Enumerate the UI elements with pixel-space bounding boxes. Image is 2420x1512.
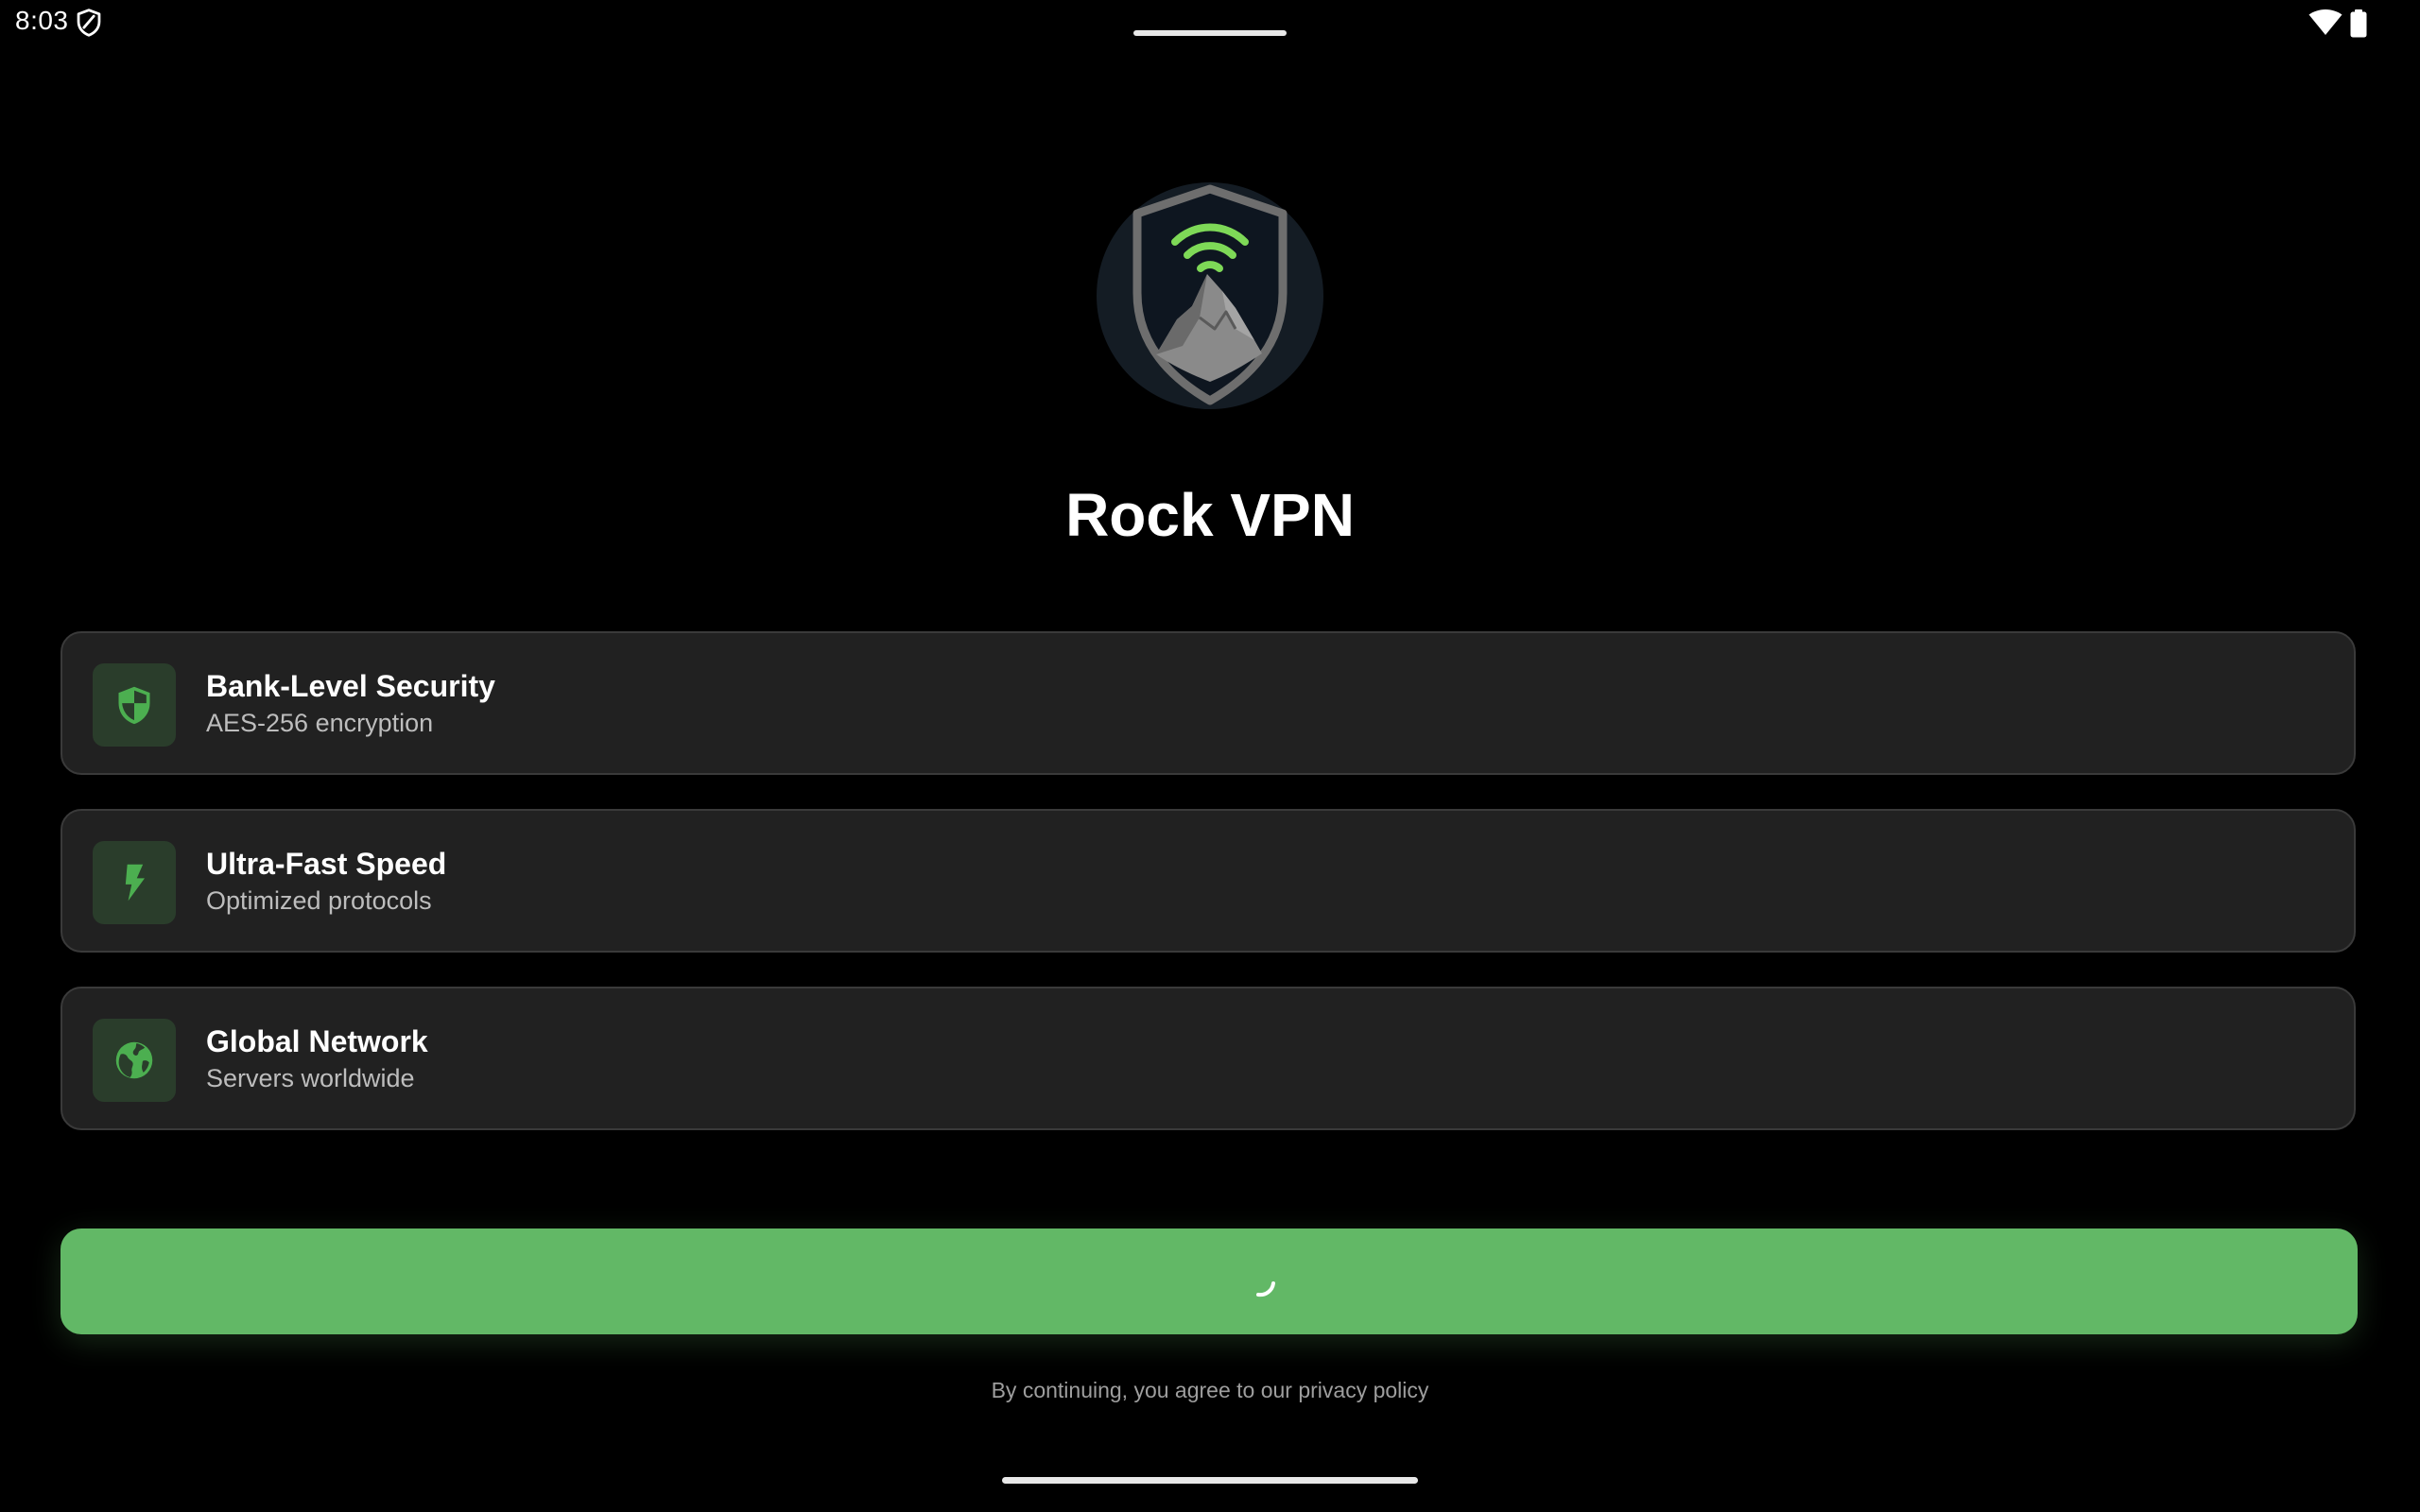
feature-icon-box [93, 841, 176, 924]
home-indicator[interactable] [1002, 1477, 1418, 1484]
wifi-icon [2308, 9, 2342, 35]
feature-card-network: Global Network Servers worldwide [60, 987, 2356, 1130]
feature-title: Ultra-Fast Speed [206, 847, 447, 881]
privacy-policy-text: By continuing, you agree to our privacy … [991, 1378, 1429, 1402]
battery-icon [2350, 9, 2367, 38]
app-logo [1094, 180, 1326, 412]
status-time: 8:03 [15, 6, 69, 35]
welcome-screen: 8:03 Rock VPN Bank-Level Security AES-25… [0, 0, 2420, 1512]
feature-title: Bank-Level Security [206, 669, 495, 703]
bolt-icon [125, 864, 145, 902]
app-title: Rock VPN [1065, 481, 1355, 549]
spinner-icon [1256, 1281, 1275, 1297]
shield-icon [77, 9, 101, 37]
rock-shield-logo-icon [1097, 182, 1323, 409]
feature-card-speed: Ultra-Fast Speed Optimized protocols [60, 809, 2356, 953]
feature-subtitle: Servers worldwide [206, 1064, 415, 1092]
shield-icon [118, 686, 150, 725]
feature-title: Global Network [206, 1024, 428, 1058]
continue-button[interactable] [60, 1228, 2358, 1334]
feature-icon-box [93, 1019, 176, 1102]
status-bar: 8:03 [0, 0, 2420, 45]
feature-subtitle: Optimized protocols [206, 886, 432, 915]
feature-subtitle: AES-256 encryption [206, 709, 434, 737]
globe-icon [115, 1041, 153, 1079]
feature-icon-box [93, 663, 176, 747]
feature-card-security: Bank-Level Security AES-256 encryption [60, 631, 2356, 775]
top-drag-handle[interactable] [1133, 30, 1287, 36]
